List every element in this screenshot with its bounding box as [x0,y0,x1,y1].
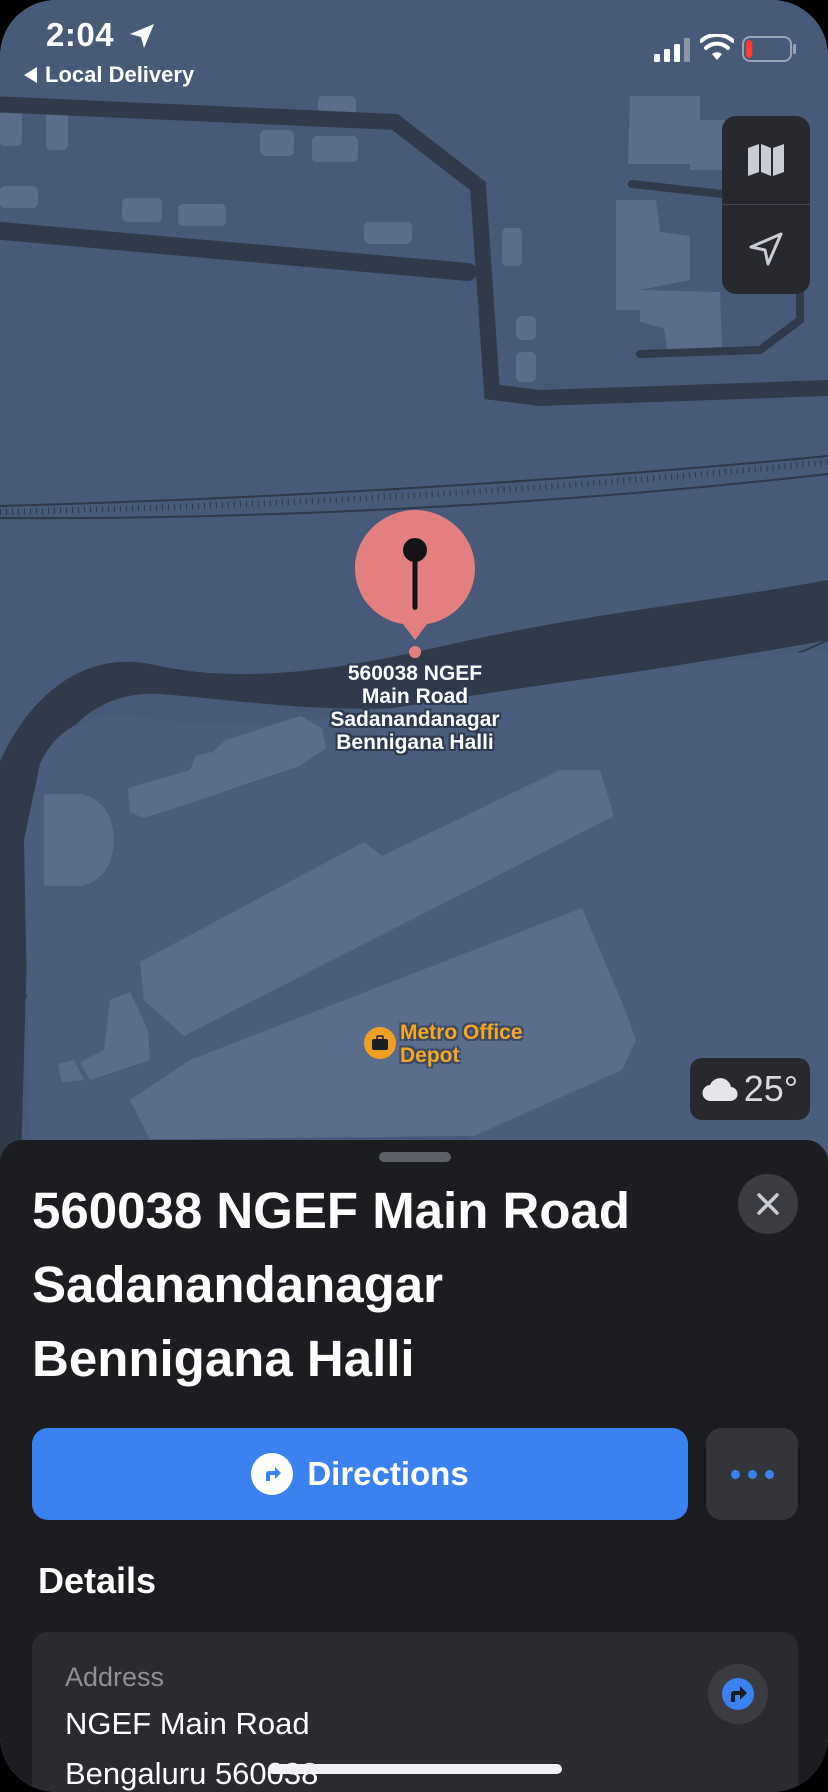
back-to-app-link[interactable]: Local Delivery [24,62,194,88]
address-label: Address [65,1662,165,1692]
map-controls [722,116,810,294]
screen: 560038 NGEF Main Road Sadanandanagar Ben… [0,0,828,1792]
address-directions-button[interactable] [708,1664,768,1724]
place-title-line: Sadanandanagar [32,1256,443,1313]
place-title: 560038 NGEF Main Road Sadanandanagar Ben… [32,1174,732,1396]
briefcase-icon[interactable] [364,1027,396,1059]
directions-icon [251,1453,294,1495]
poi-label-line: Depot [400,1044,460,1067]
map-mode-button[interactable] [722,116,810,204]
directions-button[interactable]: Directions [32,1428,688,1520]
tracking-button[interactable] [722,205,810,293]
pin-label-line: Main Road [361,685,469,708]
back-triangle-icon [24,67,37,83]
pin-label-line: Sadanandanagar [330,708,500,731]
more-button[interactable] [706,1428,798,1520]
battery-icon [742,36,796,62]
location-services-icon [130,24,154,48]
status-bar: 2:04 Local Delivery [0,0,828,100]
weather-badge[interactable]: 25° [690,1058,810,1120]
poi-label[interactable]: Metro Office Depot [400,1021,523,1067]
wifi-icon [700,34,734,60]
close-icon [757,1193,779,1215]
place-card-sheet: 560038 NGEF Main Road Sadanandanagar Ben… [0,1140,828,1792]
more-dot-icon [747,1469,757,1479]
directions-icon [722,1678,754,1710]
place-title-line: 560038 NGEF Main Road [32,1182,631,1239]
pin-label: 560038 NGEF Main Road Sadanandanagar Ben… [295,662,535,754]
address-line: NGEF Main Road [65,1706,310,1741]
map-icon [748,144,784,176]
directions-label: Directions [307,1455,469,1492]
sheet-grabber[interactable] [379,1152,451,1162]
place-title-line: Bennigana Halli [32,1330,415,1387]
location-arrow-icon [749,232,783,266]
action-buttons: Directions [32,1428,798,1520]
weather-temperature: 25° [743,1068,799,1109]
more-dot-icon [730,1469,740,1479]
close-button[interactable] [738,1174,798,1234]
details-heading: Details [38,1560,157,1601]
home-indicator[interactable] [268,1764,562,1774]
dropped-pin[interactable] [355,508,475,658]
cellular-signal-icon [654,38,690,62]
more-dot-icon [764,1469,774,1479]
status-time: 2:04 [46,16,115,53]
cloud-icon [702,1078,738,1102]
poi-label-line: Metro Office [400,1021,523,1044]
address-line: Bengaluru 560038 [65,1756,319,1791]
pin-label-line: 560038 NGEF [347,662,483,685]
back-link-label: Local Delivery [45,62,195,87]
pin-label-line: Bennigana Halli [336,731,494,754]
